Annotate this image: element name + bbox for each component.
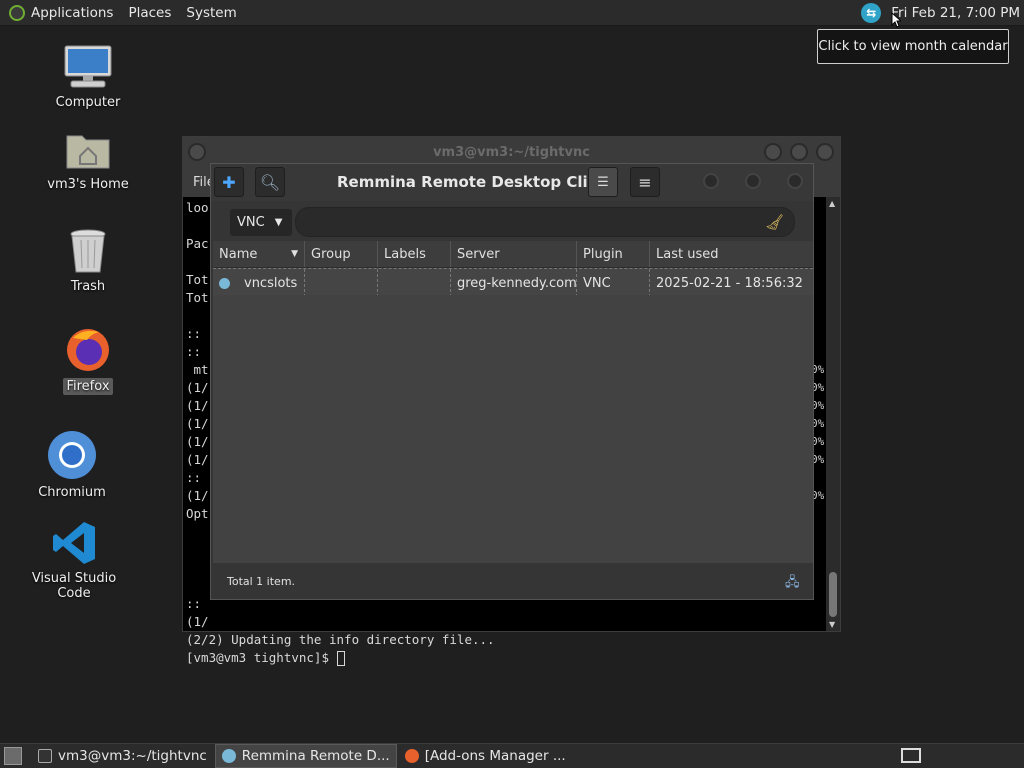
top-panel: Applications Places System ⇆ Fri Feb 21,… xyxy=(0,0,1024,28)
desktop-icon-label: Visual Studio Code xyxy=(31,571,117,601)
cell-plugin: VNC xyxy=(577,269,650,297)
table-row[interactable]: vncslots greg-kennedy.com VNC 2025-02-21… xyxy=(213,268,813,298)
col-name[interactable]: Name ▼ xyxy=(213,241,305,267)
firefox-icon xyxy=(67,329,109,371)
col-plugin[interactable]: Plugin xyxy=(577,241,650,267)
sort-desc-icon: ▼ xyxy=(291,249,298,259)
status-text: Total 1 item. xyxy=(227,574,296,588)
maximize-icon[interactable] xyxy=(745,173,761,189)
list-icon: ☰ xyxy=(597,174,609,190)
desktop-icon-computer[interactable]: Computer xyxy=(50,44,126,111)
vscode-icon xyxy=(53,522,95,564)
remmina-toolbar: VNC ▼ 🧹︎ xyxy=(211,201,813,239)
desktop-icon-vscode[interactable]: Visual Studio Code xyxy=(14,520,134,602)
remmina-tray-icon[interactable]: ⇆ xyxy=(861,2,882,23)
protocol-select[interactable]: VNC ▼ xyxy=(230,209,292,236)
terminal-scrollbar[interactable]: ▲ ▼ xyxy=(826,197,840,631)
minimize-icon[interactable] xyxy=(703,173,719,189)
computer-icon xyxy=(64,45,112,88)
desktop-icon-trash[interactable]: Trash xyxy=(50,228,126,295)
menu-places[interactable]: Places xyxy=(128,5,171,21)
desktop-icon-chromium[interactable]: Chromium xyxy=(34,430,110,501)
clear-search-icon[interactable]: 🧹︎ xyxy=(765,213,784,231)
table-header: Name ▼ Group Labels Server Plugin Last u… xyxy=(213,241,813,268)
terminal-line: (2/2) Updating the info directory file..… xyxy=(186,632,495,647)
close-icon[interactable] xyxy=(787,173,803,189)
desktop-icon-firefox[interactable]: Firefox xyxy=(50,326,126,395)
taskbar: vm3@vm3:~/tightvnc Remmina Remote D... [… xyxy=(0,743,1024,768)
search-icon: 🔍︎ xyxy=(259,172,281,192)
task-label: [Add-ons Manager ... xyxy=(424,748,566,764)
clock-area: ⇆ Fri Feb 21, 7:00 PM xyxy=(861,0,1020,28)
task-remmina[interactable]: Remmina Remote D... xyxy=(214,744,397,768)
calendar-tooltip: Click to view month calendar xyxy=(817,29,1009,64)
col-group[interactable]: Group xyxy=(305,241,378,267)
connection-name: vncslots xyxy=(244,275,298,291)
col-last-used[interactable]: Last used xyxy=(650,241,813,267)
home-folder-icon xyxy=(66,135,110,169)
search-toggle-button[interactable]: 🔍︎ xyxy=(255,167,285,197)
terminal-icon xyxy=(38,749,52,763)
firefox-icon xyxy=(404,749,419,763)
remmina-icon xyxy=(221,749,236,763)
task-label: Remmina Remote D... xyxy=(241,748,390,764)
cell-name: vncslots xyxy=(213,269,305,297)
menu-applications[interactable]: Applications xyxy=(31,5,113,21)
new-connection-button[interactable]: ✚ xyxy=(214,167,244,197)
search-input[interactable]: 🧹︎ xyxy=(295,207,795,237)
col-server[interactable]: Server xyxy=(451,241,577,267)
maximize-icon[interactable] xyxy=(790,143,808,161)
task-firefox[interactable]: [Add-ons Manager ... xyxy=(399,744,572,768)
col-labels[interactable]: Labels xyxy=(378,241,451,267)
chevron-down-icon: ▼ xyxy=(274,217,283,228)
workspace-switcher[interactable] xyxy=(901,748,921,763)
desktop-icon-label: Trash xyxy=(70,279,106,294)
task-terminal[interactable]: vm3@vm3:~/tightvnc xyxy=(32,744,213,768)
terminal-prompt[interactable]: [vm3@vm3 tightvnc]$ xyxy=(186,649,816,667)
trash-icon xyxy=(70,229,106,273)
close-icon[interactable] xyxy=(816,143,834,161)
show-desktop-icon[interactable] xyxy=(4,747,22,765)
remmina-headerbar[interactable]: ✚ 🔍︎ Remmina Remote Desktop Client ☰ ≡ xyxy=(211,164,813,201)
cell-group xyxy=(305,269,378,297)
plus-icon: ✚ xyxy=(222,172,236,192)
connection-table: Name ▼ Group Labels Server Plugin Last u… xyxy=(213,241,813,298)
desktop-icon-label: vm3's Home xyxy=(47,177,129,192)
task-label: vm3@vm3:~/tightvnc xyxy=(58,748,207,764)
remmina-window[interactable]: ✚ 🔍︎ Remmina Remote Desktop Client ☰ ≡ V… xyxy=(210,163,814,600)
protocol-value: VNC xyxy=(237,215,265,230)
terminal-title: vm3@vm3:~/tightvnc xyxy=(433,144,590,160)
remmina-title: Remmina Remote Desktop Client xyxy=(337,173,616,191)
window-menu-icon[interactable] xyxy=(188,143,206,161)
clock[interactable]: Fri Feb 21, 7:00 PM xyxy=(891,5,1020,21)
status-bar: Total 1 item. 🖧︎ xyxy=(211,563,813,599)
cell-server: greg-kennedy.com xyxy=(451,269,577,297)
desktop-icon-label: Computer xyxy=(55,95,121,110)
main-menu-button[interactable]: ≡ xyxy=(630,167,660,197)
terminal-cursor xyxy=(336,651,345,666)
chromium-icon xyxy=(48,431,96,479)
scroll-down-icon[interactable]: ▼ xyxy=(829,620,835,629)
desktop-icon-label: Chromium xyxy=(38,485,106,500)
desktop-icon-label: Firefox xyxy=(63,378,113,395)
hamburger-icon: ≡ xyxy=(638,172,652,192)
scroll-up-icon[interactable]: ▲ xyxy=(829,199,835,208)
menu-system[interactable]: System xyxy=(186,5,236,21)
table-empty-area[interactable] xyxy=(213,295,813,565)
cell-labels xyxy=(378,269,451,297)
terminal-line: (1/ xyxy=(186,614,209,629)
network-icon[interactable]: 🖧︎ xyxy=(785,573,801,590)
desktop-icon-home[interactable]: vm3's Home xyxy=(44,128,132,193)
mouse-cursor-icon xyxy=(891,12,902,28)
vnc-protocol-icon xyxy=(219,277,230,289)
list-view-button[interactable]: ☰ xyxy=(588,167,618,197)
scrollbar-thumb[interactable] xyxy=(829,572,837,617)
cell-last-used: 2025-02-21 - 18:56:32 xyxy=(656,275,803,291)
distro-logo-icon[interactable] xyxy=(9,4,25,21)
col-name-label: Name xyxy=(219,246,258,262)
minimize-icon[interactable] xyxy=(764,143,782,161)
